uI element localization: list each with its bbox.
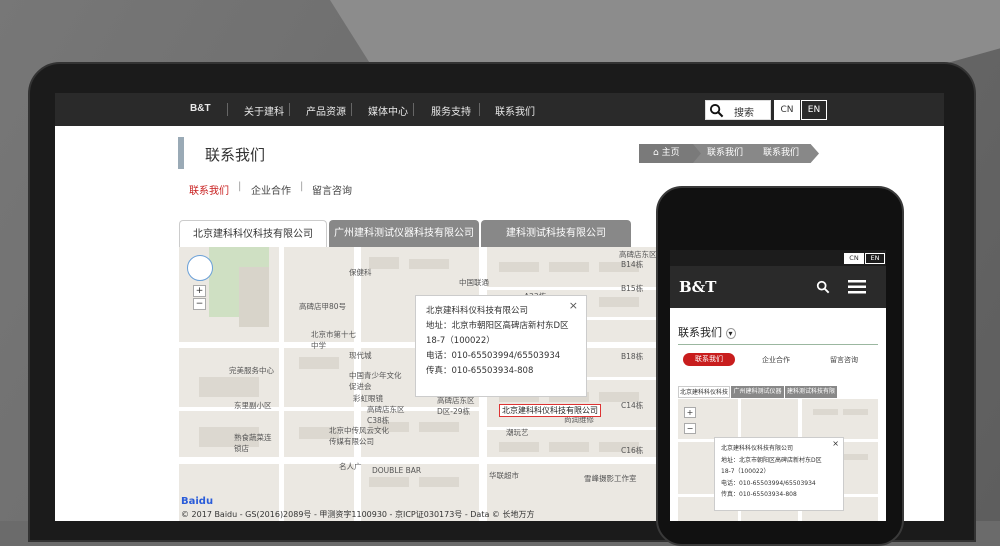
- top-nav: B&T 关于建科 产品资源 媒体中心 服务支持 联系我们 搜索 CN EN: [55, 93, 944, 126]
- nav-logo[interactable]: B&T: [190, 103, 211, 114]
- map-label: C14栋: [621, 401, 644, 410]
- lang-cn-button[interactable]: CN: [774, 100, 800, 120]
- nav-item-media[interactable]: 媒体中心: [368, 103, 408, 118]
- map-label: 彩虹眼镜: [353, 394, 383, 403]
- phone-header: B&T: [670, 266, 886, 308]
- zoom-out-button[interactable]: −: [193, 298, 206, 310]
- map-label: 现代城: [349, 351, 372, 360]
- subnav-message[interactable]: 留言咨询: [312, 182, 352, 197]
- phone-zoom-in[interactable]: +: [684, 407, 696, 418]
- menu-icon[interactable]: [848, 280, 866, 294]
- map-label: 高碑店东区C38栋: [367, 405, 405, 425]
- phone-popup-phone: 电话：010-65503994/65503934: [721, 479, 816, 487]
- map-label: 保健科: [349, 268, 372, 277]
- popup-phone: 电话：010-65503994/65503934: [426, 351, 561, 361]
- nav-item-about[interactable]: 关于建科: [244, 103, 284, 118]
- chevron-down-icon: ▾: [725, 328, 736, 339]
- map-copyright: © 2017 Baidu - GS(2016)2089号 - 甲测资字11009…: [181, 510, 535, 519]
- subnav-cooperation[interactable]: 企业合作: [251, 182, 291, 197]
- map-label: 中国青少年文化促进会: [349, 371, 402, 391]
- subnav-separator: |: [300, 181, 304, 192]
- map-label: 高碑店东区D区-29栋: [437, 396, 475, 416]
- nav-item-contact[interactable]: 联系我们: [495, 103, 535, 118]
- map-label: 潮玩艺: [506, 428, 529, 437]
- nav-separator: [479, 103, 480, 116]
- phone-screen: CN EN B&T 联系我们 ▾ 联系我们 企业合作 留言咨询 北京建科科仪科技…: [670, 250, 886, 521]
- nav-separator: [413, 103, 414, 116]
- phone-tab-testing[interactable]: 建科测试科技有限: [785, 386, 837, 398]
- phone-subnav-contact[interactable]: 联系我们: [683, 353, 735, 366]
- popup-address: 地址：北京市朝阳区高碑店新村东D区: [426, 321, 569, 331]
- nav-item-products[interactable]: 产品资源: [306, 103, 346, 118]
- breadcrumb-home-label: 主页: [661, 148, 680, 158]
- nav-separator: [289, 103, 290, 116]
- phone-page-title[interactable]: 联系我们 ▾: [678, 324, 736, 340]
- phone-lang-en[interactable]: EN: [865, 253, 885, 264]
- map-label: 熟食蔬菜连锁店: [234, 433, 272, 453]
- map-label: 北京市第十七中学: [311, 330, 356, 350]
- map-label: DOUBLE BAR: [372, 466, 422, 475]
- phone-subnav-message[interactable]: 留言咨询: [830, 355, 858, 365]
- breadcrumb-home[interactable]: ⌂ 主页: [639, 144, 705, 163]
- map-label: 高碑店甲80号: [299, 302, 347, 311]
- subnav-contact[interactable]: 联系我们: [189, 182, 229, 197]
- nav-separator: [227, 103, 228, 116]
- info-popup: × 北京建科科仪科技有限公司 地址：北京市朝阳区高碑店新村东D区 18-7（10…: [415, 295, 587, 397]
- close-icon[interactable]: ×: [832, 438, 839, 450]
- close-icon[interactable]: ×: [569, 298, 578, 313]
- tab-guangzhou[interactable]: 广州建科测试仪器科技有限公司: [329, 220, 479, 247]
- home-icon: ⌂: [653, 148, 662, 158]
- map-marker[interactable]: 北京建科科仪科技有限公司: [499, 404, 601, 417]
- phone-title-label: 联系我们: [678, 326, 722, 339]
- map-label: B15栋: [621, 284, 644, 293]
- phone-map[interactable]: + − × 北京建科科仪科技有限公司 地址：北京市朝阳区高碑店新村东D区 18-…: [678, 399, 878, 521]
- phone-tab-guangzhou[interactable]: 广州建科测试仪器: [731, 386, 784, 398]
- popup-company: 北京建科科仪科技有限公司: [426, 306, 529, 316]
- phone-subnav-cooperation[interactable]: 企业合作: [762, 355, 790, 365]
- map-label: 雪峰摄影工作室: [584, 474, 637, 483]
- phone-popup-fax: 传真：010-65503934-808: [721, 491, 797, 498]
- phone-tab-beijing[interactable]: 北京建科科仪科技: [678, 386, 730, 398]
- tab-testing[interactable]: 建科测试科技有限公司: [481, 220, 631, 247]
- phone-zoom-out[interactable]: −: [684, 423, 696, 434]
- lang-en-button[interactable]: EN: [801, 100, 827, 120]
- breadcrumb-contact[interactable]: 联系我们: [693, 144, 759, 163]
- map-pan-control[interactable]: [187, 255, 213, 281]
- search-input[interactable]: 搜索: [705, 100, 771, 120]
- phone-popup-company: 北京建科科仪科技有限公司: [721, 445, 794, 452]
- phone-popup-address: 地址：北京市朝阳区高碑店新村东D区: [721, 456, 822, 464]
- map[interactable]: + − 保健科 中国联通 高碑店东区 高碑店甲80号 北京市第十七中学 现代城 …: [179, 247, 657, 521]
- nav-separator: [351, 103, 352, 116]
- search-icon[interactable]: [816, 280, 830, 294]
- phone-popup-address-2: 18-7（100022）: [721, 468, 770, 475]
- map-label: 华联超市: [489, 471, 519, 480]
- map-label: 中国联通: [459, 278, 489, 287]
- nav-item-service[interactable]: 服务支持: [431, 103, 471, 118]
- map-label: 名人广: [339, 462, 362, 471]
- popup-address-2: 18-7（100022）: [426, 336, 495, 346]
- zoom-in-button[interactable]: +: [193, 285, 206, 297]
- subnav-separator: |: [238, 181, 242, 192]
- map-label: C16栋: [621, 446, 644, 455]
- baidu-logo: Baidu: [181, 496, 214, 507]
- page-title: 联系我们: [205, 147, 266, 164]
- popup-fax: 传真：010-65503934-808: [426, 366, 534, 376]
- phone-lang-cn[interactable]: CN: [844, 253, 864, 264]
- map-label: 完美服务中心: [229, 366, 274, 375]
- breadcrumb-current[interactable]: 联系我们: [749, 144, 819, 163]
- search-label: 搜索: [734, 108, 754, 119]
- map-label: 北京中传风云文化传媒有限公司: [329, 426, 389, 446]
- phone-lang-bar: CN EN: [670, 250, 886, 266]
- phone-divider: [678, 344, 878, 345]
- map-label: B18栋: [621, 352, 644, 361]
- search-icon[interactable]: [709, 103, 724, 118]
- phone-info-popup: × 北京建科科仪科技有限公司 地址：北京市朝阳区高碑店新村东D区 18-7（10…: [714, 437, 844, 511]
- title-accent-bar: [178, 137, 184, 169]
- map-label: B14栋: [621, 260, 644, 269]
- tab-beijing[interactable]: 北京建科科仪科技有限公司: [179, 220, 327, 247]
- map-label: 东里副小区: [234, 401, 272, 410]
- phone-logo[interactable]: B&T: [679, 278, 716, 296]
